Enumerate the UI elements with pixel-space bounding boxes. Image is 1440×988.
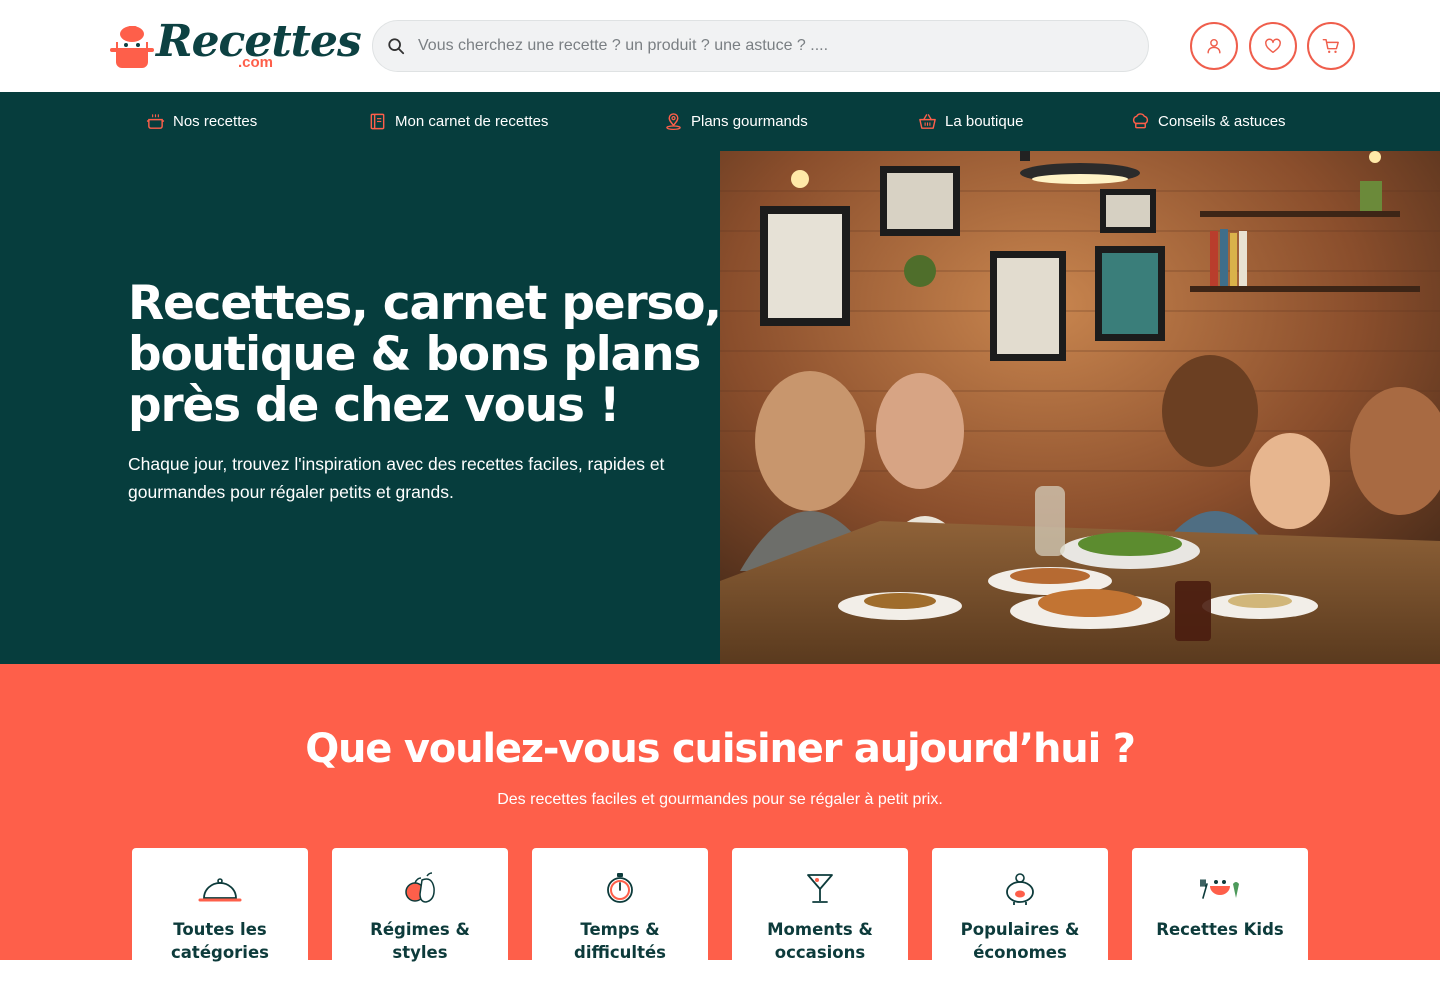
piggy-bank-icon [1006, 873, 1034, 905]
favorites-button[interactable] [1249, 22, 1297, 70]
category-label: Recettes Kids [1156, 920, 1284, 939]
nav-item-plans[interactable]: Plans gourmands [664, 92, 808, 151]
basket-icon [919, 114, 936, 129]
user-icon [1207, 38, 1221, 54]
hero-subtitle: Chaque jour, trouvez l'inspiration avec … [128, 454, 665, 502]
hero-title-line1: Recettes, carnet perso, [128, 276, 722, 331]
pot-mascot-icon [110, 26, 154, 68]
category-card-moments[interactable]: Moments & occasions [732, 848, 908, 988]
categories-subtitle: Des recettes faciles et gourmandes pour … [497, 791, 943, 808]
category-card-all[interactable]: Toutes les catégories [132, 848, 308, 988]
logo-suffix: .com [238, 54, 274, 71]
hero-text-panel: Recettes, carnet perso, boutique & bons … [0, 151, 722, 664]
nav-label: Mon carnet de recettes [395, 113, 549, 130]
search-bar[interactable] [372, 20, 1149, 72]
vegetables-icon [405, 872, 435, 903]
hero-title-line2-text: boutique & [128, 327, 426, 382]
search-icon [388, 38, 405, 55]
nav-label: Plans gourmands [691, 113, 808, 130]
category-card-time[interactable]: Temps & difficultés [532, 848, 708, 988]
notebook-icon [370, 113, 385, 130]
logo[interactable]: Recettes .com [110, 16, 362, 74]
category-label: Temps & difficultés [574, 920, 666, 962]
nav-item-boutique[interactable]: La boutique [918, 92, 1023, 151]
nav-item-carnet[interactable]: Mon carnet de recettes [368, 92, 548, 151]
category-label: Régimes & styles [370, 920, 470, 962]
stopwatch-icon [607, 873, 633, 903]
categories-section: Que voulez-vous cuisiner aujourd’hui ? D… [0, 664, 1440, 988]
main-nav: Nos recettes Mon carnet de recettes Plan… [0, 92, 1440, 151]
heart-icon [1265, 38, 1281, 54]
cocktail-icon [807, 874, 833, 903]
chef-hat-icon [1132, 113, 1149, 129]
categories-title: Que voulez-vous cuisiner aujourd’hui ? [305, 726, 1136, 772]
search-input[interactable] [418, 37, 1118, 55]
map-pin-icon [666, 113, 681, 131]
pot-icon [146, 114, 165, 129]
hero-title-line2: boutique & bons plans [128, 329, 708, 380]
hero-title-highlight-text: bons plans [425, 327, 701, 382]
account-button[interactable] [1190, 22, 1238, 70]
hero-title-highlight: bons plans [425, 327, 701, 382]
cart-icon [1322, 38, 1339, 54]
category-card-kids[interactable]: Recettes Kids [1132, 848, 1308, 988]
nav-label: La boutique [945, 113, 1024, 130]
kids-plate-icon [1200, 879, 1239, 899]
hero-section: Recettes, carnet perso, boutique & bons … [0, 151, 1440, 664]
nav-label: Conseils & astuces [1158, 113, 1286, 130]
category-card-diets[interactable]: Régimes & styles [332, 848, 508, 988]
hero-image [720, 151, 1440, 664]
hero-title: Recettes, carnet perso, boutique & bons … [128, 276, 722, 433]
family-dinner-illustration [720, 151, 1440, 664]
site-header: Recettes .com [0, 0, 1440, 92]
cart-button[interactable] [1307, 22, 1355, 70]
category-card-popular[interactable]: Populaires & économes [932, 848, 1108, 988]
category-label: Populaires & économes [960, 920, 1080, 962]
cloche-icon [198, 878, 242, 902]
category-label: Toutes les catégories [171, 920, 269, 962]
nav-item-recettes[interactable]: Nos recettes [146, 92, 257, 151]
nav-item-conseils[interactable]: Conseils & astuces [1131, 92, 1286, 151]
hero-title-line3: près de chez vous ! [128, 378, 620, 433]
category-label: Moments & occasions [767, 920, 873, 962]
nav-label: Nos recettes [173, 113, 258, 130]
